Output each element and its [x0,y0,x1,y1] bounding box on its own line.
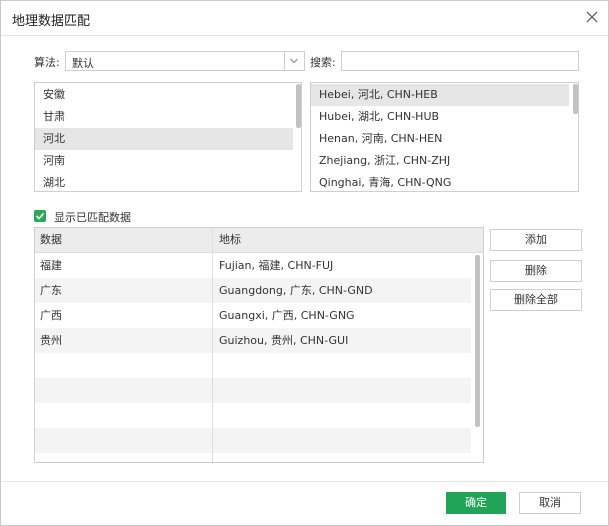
list-item[interactable]: 河南 [35,150,293,172]
list-item[interactable]: Zhejiang, 浙江, CHN-ZHJ [311,150,569,172]
table-cell: 广西 [40,309,62,322]
algorithm-select[interactable]: 默认 [65,51,305,71]
table-cell: Fujian, 福建, CHN-FUJ [219,259,334,272]
cancel-button[interactable]: 取消 [519,492,581,514]
search-input[interactable] [341,51,579,71]
source-data-list[interactable]: 安徽 甘肃 河北 河南 湖北 [34,82,302,192]
ok-button[interactable]: 确定 [446,492,506,514]
table-row-empty [35,353,471,378]
list-item[interactable]: 河北 [35,128,293,150]
table-cell: 贵州 [40,334,62,347]
search-label: 搜索: [310,56,336,69]
table-row[interactable]: 广东 Guangdong, 广东, CHN-GND [35,278,471,303]
left-list-scrollbar[interactable] [296,84,301,128]
algorithm-label: 算法: [34,56,60,69]
table-row[interactable]: 贵州 Guizhou, 贵州, CHN-GUI [35,328,471,353]
table-row-empty [35,428,471,453]
delete-all-button[interactable]: 删除全部 [490,289,582,311]
column-divider [212,228,213,462]
delete-button[interactable]: 删除 [490,260,582,282]
dialog-titlebar: 地理数据匹配 [1,1,608,36]
right-list-scrollbar[interactable] [573,84,578,114]
column-header-landmark: 地标 [219,233,241,246]
table-row[interactable]: 广西 Guangxi, 广西, CHN-GNG [35,303,471,328]
table-cell: Guangxi, 广西, CHN-GNG [219,309,355,322]
close-icon[interactable] [585,10,599,24]
show-matched-checkbox[interactable] [34,210,46,222]
show-matched-label: 显示已匹配数据 [54,211,131,224]
add-button[interactable]: 添加 [490,229,582,251]
list-item[interactable]: 甘肃 [35,106,293,128]
dialog-footer: 确定 取消 [1,481,608,526]
list-item[interactable]: 安徽 [35,84,293,106]
list-item[interactable]: Hubei, 湖北, CHN-HUB [311,106,569,128]
geo-landmark-list[interactable]: Hebei, 河北, CHN-HEB Hubei, 湖北, CHN-HUB He… [310,82,579,192]
algorithm-value: 默认 [72,57,94,70]
list-item[interactable]: Henan, 河南, CHN-HEN [311,128,569,150]
dialog-title: 地理数据匹配 [12,14,91,29]
table-header: 数据 地标 [35,228,483,253]
list-item[interactable]: Hebei, 河北, CHN-HEB [311,84,569,106]
table-cell: 福建 [40,259,62,272]
table-cell: Guangdong, 广东, CHN-GND [219,284,373,297]
list-item[interactable]: 湖北 [35,172,293,191]
table-cell: 广东 [40,284,62,297]
table-scrollbar[interactable] [475,255,480,427]
column-header-data: 数据 [40,233,62,246]
table-row[interactable]: 福建 Fujian, 福建, CHN-FUJ [35,253,471,278]
matched-data-table: 数据 地标 福建 Fujian, 福建, CHN-FUJ 广东 Guangdon… [34,227,484,463]
list-item[interactable]: Qinghai, 青海, CHN-QNG [311,172,569,191]
table-row-empty [35,378,471,403]
geo-match-dialog: 地理数据匹配 算法: 默认 搜索: 安徽 甘肃 河北 河南 湖北 Hebei, … [0,0,609,526]
table-row-empty [35,403,471,428]
chevron-down-icon[interactable] [284,52,304,70]
table-cell: Guizhou, 贵州, CHN-GUI [219,334,349,347]
